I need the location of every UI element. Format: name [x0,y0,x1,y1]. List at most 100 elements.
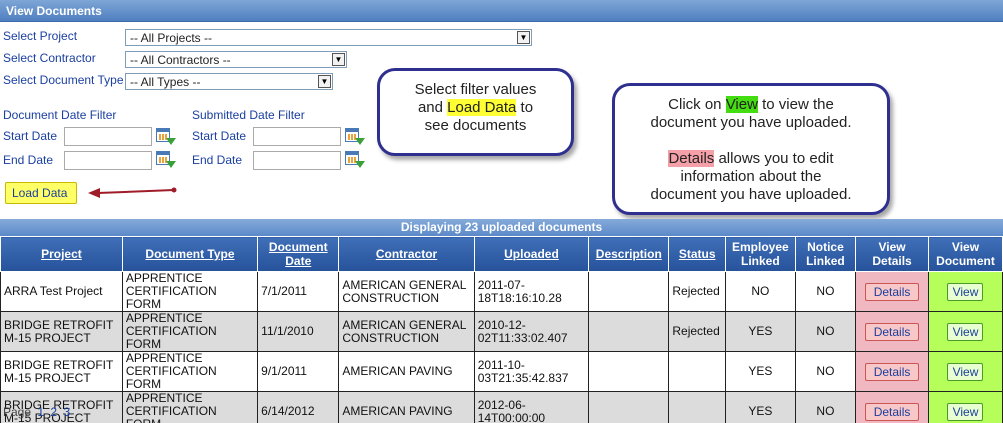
cell-status: Rejected [668,271,726,312]
column-header-contractor[interactable]: Contractor [338,236,475,272]
table-header-row: Project Document Type Document Date Cont… [0,236,1003,272]
document-type-select-value: -- All Types -- [130,75,201,89]
table-row: BRIDGE RETROFIT M-15 PROJECT APPRENTICE … [0,351,1003,392]
calendar-icon[interactable] [156,127,176,145]
callout-line: document you have uploaded. [650,114,852,131]
page-link-3[interactable]: 3 [63,405,70,419]
sub-start-date-input[interactable] [253,127,341,146]
page-link-2[interactable]: 2 [50,405,57,419]
view-button[interactable]: View [947,282,984,301]
select-document-type-label: Select Document Type [3,73,124,87]
cell-notice-linked: NO [794,351,857,392]
cell-document-type: APPRENTICE CERTIFICATION FORM [121,391,259,423]
callout-line: Details allows you to edit [615,150,887,168]
cell-view-document: View [927,271,1003,312]
column-header-view-document: View Document [927,236,1003,272]
callout-highlight-load-data: Load Data [447,99,517,116]
cell-view-document: View [927,311,1003,352]
column-header-notice-linked: Notice Linked [794,236,857,272]
select-project-label: Select Project [3,29,78,43]
column-header-employee-linked: Employee Linked [724,236,796,272]
contractor-select-value: -- All Contractors -- [130,53,231,67]
cell-document-type: APPRENTICE CERTIFICATION FORM [121,271,259,312]
load-data-button[interactable]: Load Data [5,182,77,204]
view-button[interactable]: View [947,402,984,421]
cell-employee-linked: YES [724,351,796,392]
doc-start-date-label: Start Date [3,129,58,143]
view-button[interactable]: View [947,322,984,341]
column-header-description[interactable]: Description [588,236,670,272]
chevron-down-icon[interactable]: ▼ [332,53,345,66]
calendar-icon[interactable] [345,150,365,168]
cell-document-date: 6/14/2012 [257,391,340,423]
view-button[interactable]: View [947,362,984,381]
cell-status [668,391,726,423]
cell-view-details: Details [855,391,929,423]
doc-start-date-input[interactable] [64,127,152,146]
sub-start-date-label: Start Date [192,129,247,143]
callout-line: Click on View to view the [615,96,887,114]
callout-text: Click on [668,96,722,113]
cell-project: BRIDGE RETROFIT M-15 PROJECT [0,351,123,392]
page-link-1[interactable]: 1 [37,405,44,419]
callout-line: document you have uploaded. [650,186,852,203]
cell-description [588,391,670,423]
cell-employee-linked: YES [724,311,796,352]
contractor-select[interactable]: -- All Contractors -- ▼ [125,51,347,68]
cell-employee-linked: NO [724,271,796,312]
callout-line: see documents [424,117,527,134]
cell-view-details: Details [855,271,929,312]
project-select-value: -- All Projects -- [130,31,213,45]
cell-contractor: AMERICAN PAVING [338,351,475,392]
details-button[interactable]: Details [865,282,920,301]
cell-document-date: 9/1/2011 [257,351,340,392]
column-header-project[interactable]: Project [0,236,123,272]
callout-text: allows you to edit [718,150,834,167]
project-select[interactable]: -- All Projects -- ▼ [125,29,532,46]
select-contractor-label: Select Contractor [3,51,96,65]
cell-document-date: 7/1/2011 [257,271,340,312]
pagination-label: Page [3,405,32,419]
page-title: View Documents [0,0,1003,22]
cell-description [588,271,670,312]
chevron-down-icon[interactable]: ▼ [318,75,331,88]
cell-document-date: 11/1/2010 [257,311,340,352]
doc-end-date-input[interactable] [64,151,152,170]
hint-callout-view: Click on View to view the document you h… [612,83,890,215]
callout-line: information about the [680,168,822,185]
details-button[interactable]: Details [865,362,920,381]
details-button[interactable]: Details [865,322,920,341]
cell-uploaded: 2012-06-14T00:00:00 [473,391,590,423]
cell-view-document: View [927,351,1003,392]
calendar-icon[interactable] [345,127,365,145]
calendar-icon[interactable] [156,150,176,168]
column-header-document-date[interactable]: Document Date [257,236,340,272]
cell-project: BRIDGE RETROFIT M-15 PROJECT [0,311,123,352]
column-header-uploaded[interactable]: Uploaded [473,236,590,272]
pagination: Page 1 2 3 [3,405,70,419]
cell-description [588,311,670,352]
cell-document-type: APPRENTICE CERTIFICATION FORM [121,311,259,352]
doc-end-date-label: End Date [3,153,54,167]
cell-view-document: View [927,391,1003,423]
cell-contractor: AMERICAN GENERAL CONSTRUCTION [338,311,475,352]
grid-caption: Displaying 23 uploaded documents [0,219,1003,236]
column-header-status[interactable]: Status [668,236,726,272]
cell-uploaded: 2011-10-03T21:35:42.837 [473,351,590,392]
callout-highlight-view: View [725,96,758,113]
document-type-select[interactable]: -- All Types -- ▼ [125,73,333,90]
cell-contractor: AMERICAN GENERAL CONSTRUCTION [338,271,475,312]
hint-callout-load: Select filter values and Load Data to se… [377,68,574,156]
cell-notice-linked: NO [794,271,857,312]
details-button[interactable]: Details [865,402,920,421]
column-header-view-details: View Details [855,236,929,272]
sub-end-date-input[interactable] [253,151,341,170]
column-header-document-type[interactable]: Document Type [121,236,259,272]
cell-uploaded: 2011-07-18T18:16:10.28 [473,271,590,312]
chevron-down-icon[interactable]: ▼ [517,31,530,44]
callout-text: to view the [762,96,834,113]
cell-notice-linked: NO [794,391,857,423]
cell-view-details: Details [855,351,929,392]
cell-status: Rejected [668,311,726,352]
arrow-annotation [88,187,177,198]
